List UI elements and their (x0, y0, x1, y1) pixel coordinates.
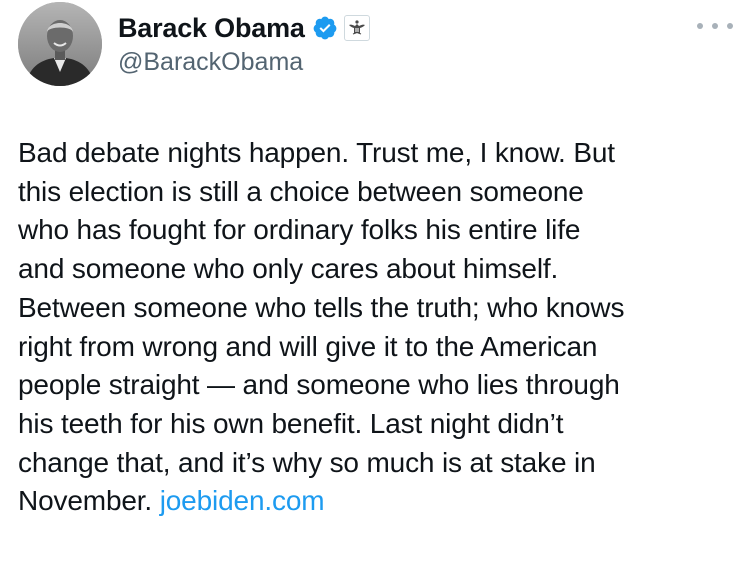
verified-badge-icon[interactable] (312, 15, 338, 41)
tweet-link[interactable]: joebiden.com (160, 485, 325, 516)
tweet-text-last-line: November. joebiden.com (18, 482, 743, 521)
author-name-row: Barack Obama (118, 10, 370, 46)
more-dot (697, 23, 703, 29)
author-handle[interactable]: @BarackObama (118, 48, 303, 77)
tweet-text-line: Between someone who tells the truth; who… (18, 291, 625, 323)
tweet-card: Barack Obama @BarackObama Bad debate nig… (0, 0, 750, 578)
tweet-text: Bad debate nights happen. Trust me, I kn… (18, 134, 743, 521)
author-display-name[interactable]: Barack Obama (118, 13, 305, 44)
more-options-icon[interactable] (697, 16, 733, 36)
government-seal-icon[interactable] (343, 15, 370, 41)
tweet-text-line: this election is still a choice between … (18, 175, 584, 207)
tweet-text-line: and someone who only cares about himself… (18, 253, 559, 285)
tweet-text-line: change that, and it’s why so much is at … (18, 446, 596, 478)
more-dot (712, 23, 718, 29)
tweet-text-line: people straight — and someone who lies t… (18, 369, 620, 401)
more-dot (727, 23, 733, 29)
tweet-text-line: his teeth for his own benefit. Last nigh… (18, 407, 564, 439)
tweet-text-line: Bad debate nights happen. Trust me, I kn… (18, 137, 615, 168)
avatar-photo (18, 2, 102, 86)
tweet-text-line: who has fought for ordinary folks his en… (18, 214, 581, 246)
avatar[interactable] (18, 2, 102, 86)
tweet-text-last-words: November. (18, 485, 153, 517)
tweet-text-line: right from wrong and will give it to the… (18, 330, 598, 362)
